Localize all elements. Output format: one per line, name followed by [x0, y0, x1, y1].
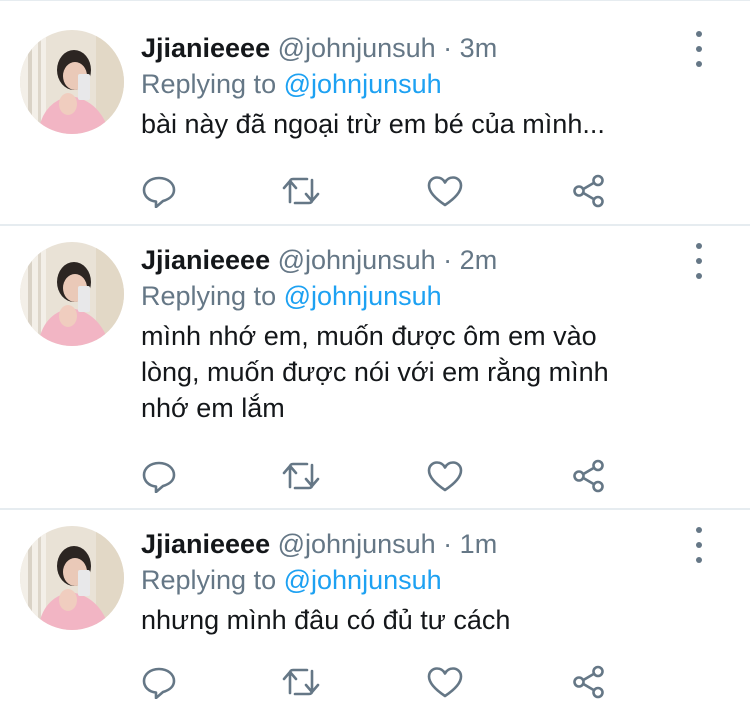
- avatar-image: [20, 30, 124, 134]
- tweet-actions: [0, 665, 750, 699]
- tweet[interactable]: Jjianieeee @johnjunsuh · 1m Replying to …: [0, 510, 750, 715]
- display-name[interactable]: Jjianieeee: [141, 33, 270, 63]
- username[interactable]: @johnjunsuh: [278, 529, 436, 559]
- timestamp[interactable]: 2m: [460, 245, 498, 275]
- display-name[interactable]: Jjianieeee: [141, 245, 270, 275]
- like-icon[interactable]: [425, 459, 465, 493]
- avatar[interactable]: [20, 242, 124, 346]
- username[interactable]: @johnjunsuh: [278, 245, 436, 275]
- reply-icon[interactable]: [139, 459, 179, 493]
- mention-link[interactable]: @johnjunsuh: [284, 281, 442, 311]
- like-icon[interactable]: [425, 665, 465, 699]
- retweet-icon[interactable]: [281, 174, 321, 208]
- more-icon[interactable]: [692, 243, 706, 279]
- username[interactable]: @johnjunsuh: [278, 33, 436, 63]
- replying-to: Replying to @johnjunsuh: [141, 562, 726, 598]
- retweet-icon[interactable]: [281, 459, 321, 493]
- mention-link[interactable]: @johnjunsuh: [284, 69, 442, 99]
- retweet-icon[interactable]: [281, 665, 321, 699]
- tweet-header: Jjianieeee @johnjunsuh · 3m: [141, 30, 726, 66]
- avatar-image: [20, 242, 124, 346]
- replying-to: Replying to @johnjunsuh: [141, 66, 726, 102]
- tweet-actions: [0, 459, 750, 493]
- timestamp[interactable]: 1m: [460, 529, 498, 559]
- mention-link[interactable]: @johnjunsuh: [284, 565, 442, 595]
- tweet-text: mình nhớ em, muốn được ôm em vào lòng, m…: [141, 321, 609, 423]
- avatar-image: [20, 526, 124, 630]
- replying-label: Replying to: [141, 281, 277, 311]
- tweet[interactable]: Jjianieeee @johnjunsuh · 3m Replying to …: [0, 0, 750, 226]
- share-icon[interactable]: [569, 665, 609, 699]
- more-icon[interactable]: [692, 31, 706, 67]
- share-icon[interactable]: [569, 174, 609, 208]
- replying-to: Replying to @johnjunsuh: [141, 278, 726, 314]
- more-icon[interactable]: [692, 527, 706, 563]
- share-icon[interactable]: [569, 459, 609, 493]
- separator-dot: ·: [443, 33, 453, 63]
- replying-label: Replying to: [141, 565, 277, 595]
- tweet[interactable]: Jjianieeee @johnjunsuh · 2m Replying to …: [0, 226, 750, 510]
- tweet-header: Jjianieeee @johnjunsuh · 1m: [141, 526, 726, 562]
- reply-icon[interactable]: [139, 665, 179, 699]
- tweet-text: nhưng mình đâu có đủ tư cách: [141, 605, 511, 635]
- tweet-actions: [0, 174, 750, 208]
- display-name[interactable]: Jjianieeee: [141, 529, 270, 559]
- like-icon[interactable]: [425, 174, 465, 208]
- replying-label: Replying to: [141, 69, 277, 99]
- avatar[interactable]: [20, 526, 124, 630]
- timestamp[interactable]: 3m: [460, 33, 498, 63]
- tweet-header: Jjianieeee @johnjunsuh · 2m: [141, 242, 726, 278]
- separator-dot: ·: [443, 245, 453, 275]
- separator-dot: ·: [443, 529, 453, 559]
- tweet-text: bài này đã ngoại trừ em bé của mình...: [141, 109, 605, 139]
- reply-thread: Jjianieeee @johnjunsuh · 3m Replying to …: [0, 0, 750, 715]
- avatar[interactable]: [20, 30, 124, 134]
- reply-icon[interactable]: [139, 174, 179, 208]
